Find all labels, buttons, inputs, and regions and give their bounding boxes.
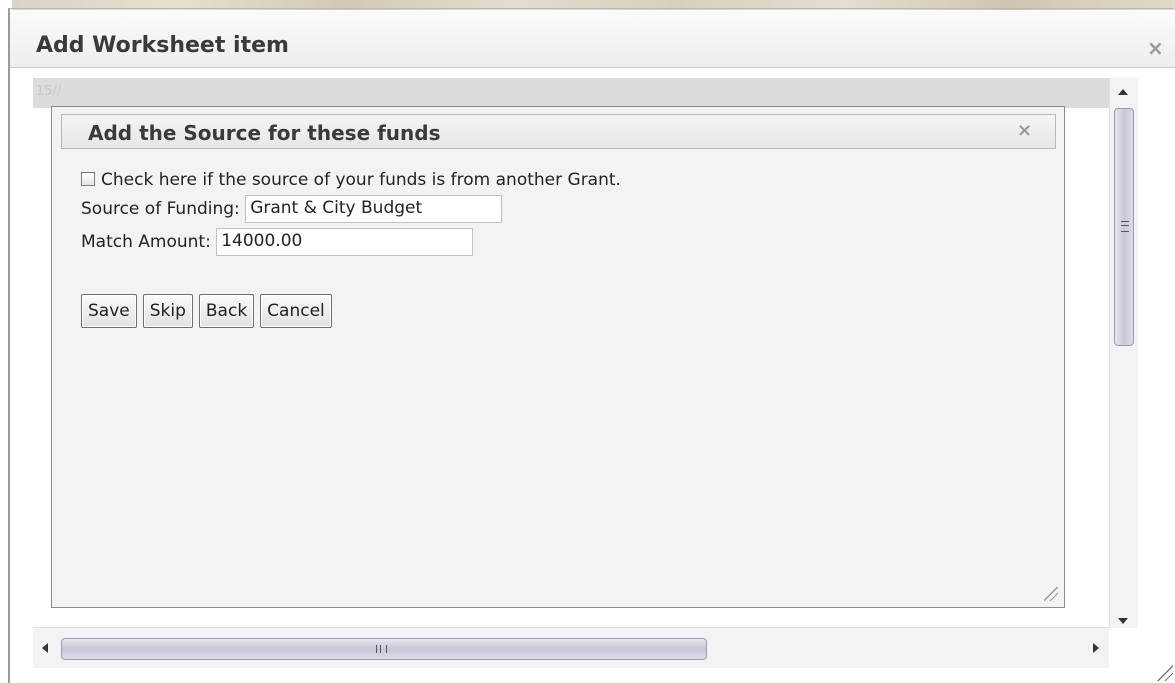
grant-checkbox[interactable] xyxy=(81,172,95,186)
horizontal-scroll-thumb[interactable] xyxy=(61,638,707,660)
window-resize-icon[interactable] xyxy=(1157,665,1173,681)
faint-background-text: 15// xyxy=(36,84,62,99)
outer-dialog-title: Add Worksheet item xyxy=(36,33,289,58)
cancel-button[interactable]: Cancel xyxy=(260,294,332,328)
close-icon[interactable]: × xyxy=(1147,38,1164,58)
vertical-scroll-thumb[interactable] xyxy=(1114,108,1134,346)
match-label: Match Amount: xyxy=(81,232,211,252)
save-button[interactable]: Save xyxy=(81,294,137,328)
resize-grip-icon[interactable] xyxy=(1044,587,1058,601)
close-icon[interactable]: × xyxy=(1017,122,1032,140)
grip-icon xyxy=(1121,221,1129,232)
button-bar: Save Skip Back Cancel xyxy=(81,294,338,328)
scroll-up-icon[interactable] xyxy=(1118,89,1128,95)
horizontal-scrollbar[interactable] xyxy=(33,627,1109,668)
source-label: Source of Funding: xyxy=(81,199,240,219)
grant-checkbox-label: Check here if the source of your funds i… xyxy=(101,170,621,190)
scroll-left-icon[interactable] xyxy=(42,643,48,653)
grant-checkbox-row: Check here if the source of your funds i… xyxy=(81,170,621,190)
content-header-band xyxy=(33,78,1109,108)
source-row: Source of Funding: Grant & City Budget xyxy=(81,195,503,223)
match-amount-input[interactable]: 14000.00 xyxy=(216,228,474,256)
inner-dialog-titlebar[interactable]: Add the Source for these funds × xyxy=(61,114,1056,149)
skip-button[interactable]: Skip xyxy=(142,294,193,328)
inner-dialog-title: Add the Source for these funds xyxy=(88,121,441,145)
worksheet-window: Add Worksheet item × 15// Add the Source… xyxy=(0,0,1175,683)
match-row: Match Amount: 14000.00 xyxy=(81,228,474,256)
grip-icon xyxy=(376,645,387,653)
source-of-funding-input[interactable]: Grant & City Budget xyxy=(245,195,503,223)
back-button[interactable]: Back xyxy=(198,294,255,328)
scroll-down-icon[interactable] xyxy=(1118,618,1128,624)
vertical-scrollbar[interactable] xyxy=(1109,78,1138,628)
inner-dialog: Add the Source for these funds × Check h… xyxy=(51,106,1065,608)
outer-dialog-titlebar[interactable]: Add Worksheet item × xyxy=(10,10,1175,68)
scroll-right-icon[interactable] xyxy=(1093,643,1099,653)
